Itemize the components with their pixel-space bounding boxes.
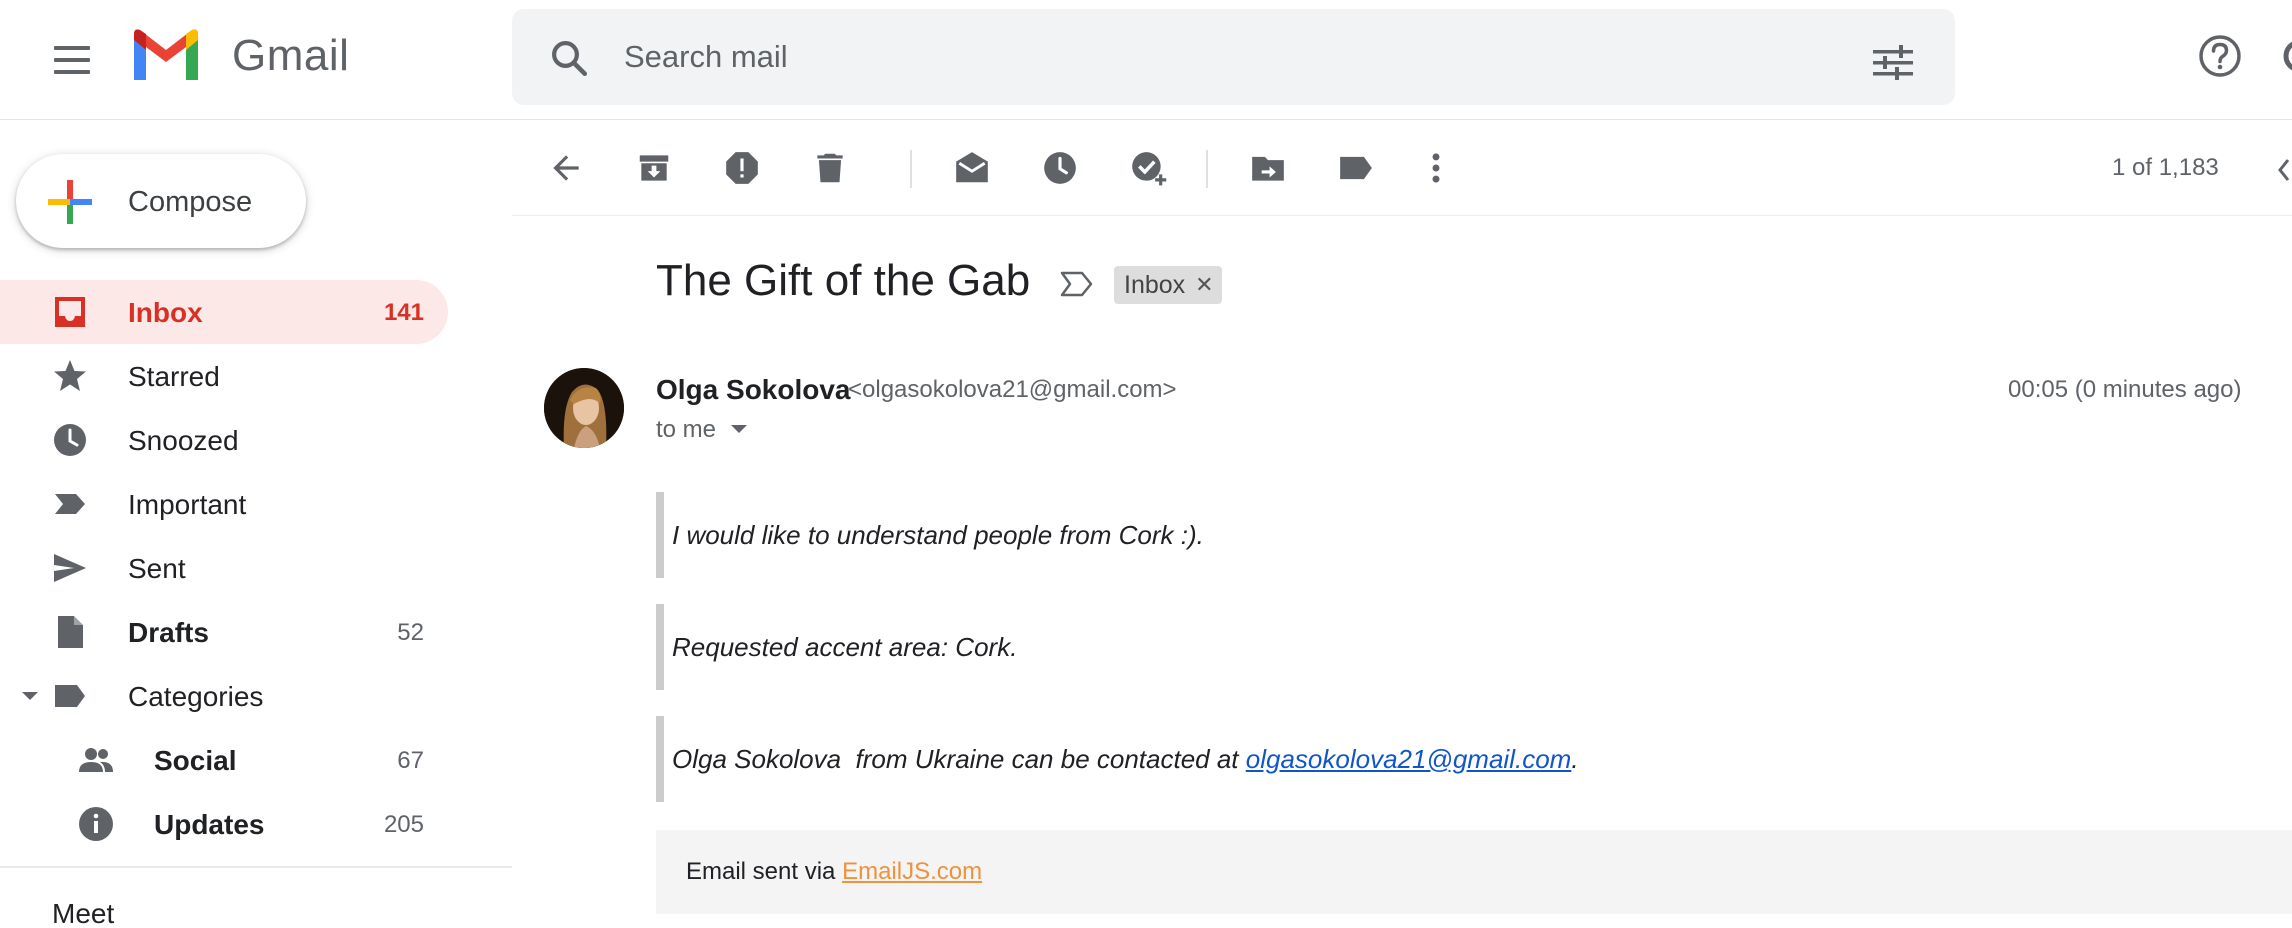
more-options-button[interactable] xyxy=(1412,144,1460,192)
sidebar-item-label: Updates xyxy=(154,809,265,840)
emailjs-link[interactable]: EmailJS.com xyxy=(842,858,982,885)
search-icon[interactable] xyxy=(548,37,590,79)
archive-icon xyxy=(639,155,669,181)
sidebar-item-inbox[interactable]: Inbox 141 xyxy=(0,280,448,344)
snooze-button[interactable] xyxy=(1036,144,1084,192)
label-chip: Inbox ✕ xyxy=(1114,266,1222,304)
message-body-quote: Olga Sokolova from Ukraine can be contac… xyxy=(656,716,1756,802)
contact-email-link[interactable]: olgasokolova21@gmail.com xyxy=(1246,744,1572,775)
sidebar-item-drafts[interactable]: Drafts 52 xyxy=(0,600,448,664)
sidebar-item-snoozed[interactable]: Snoozed xyxy=(0,408,448,472)
message-body-quote: I would like to understand people from C… xyxy=(656,492,1756,578)
delete-icon xyxy=(817,153,843,183)
labels-button[interactable] xyxy=(1332,144,1380,192)
updates-count: 205 xyxy=(383,811,424,838)
report-spam-button[interactable] xyxy=(718,144,766,192)
sidebar-item-social[interactable]: Social 67 xyxy=(0,728,448,792)
move-to-button[interactable] xyxy=(1244,144,1292,192)
body-line-3-prefix: Olga Sokolova from Ukraine can be contac… xyxy=(672,743,1246,774)
archive-button[interactable] xyxy=(630,144,678,192)
move-to-icon xyxy=(1252,156,1284,181)
mark-unread-button[interactable] xyxy=(948,144,996,192)
search-input[interactable] xyxy=(624,31,1824,83)
important-marker-icon[interactable] xyxy=(1060,270,1094,298)
sidebar-item-sent[interactable]: Sent xyxy=(0,536,448,600)
footer-prefix: Email sent via xyxy=(686,858,843,885)
chevron-left-icon[interactable] xyxy=(2274,156,2292,184)
sidebar-item-label: Important xyxy=(128,489,247,520)
delete-button[interactable] xyxy=(806,144,854,192)
sidebar-item-important[interactable]: Important xyxy=(0,472,448,536)
footer-text: Email sent via EmailJS.com xyxy=(686,858,982,886)
toolbar-divider xyxy=(1206,150,1208,188)
sidebar-item-label: Snoozed xyxy=(128,425,239,456)
sidebar-item-label: Categories xyxy=(128,681,264,712)
main-menu-icon[interactable] xyxy=(48,36,96,84)
sender-name[interactable]: Olga Sokolova xyxy=(656,374,851,406)
message-toolbar: 1 of 1,183 xyxy=(512,120,2292,216)
label-chip-text: Inbox xyxy=(1124,270,1186,299)
sidebar-item-label: Inbox xyxy=(128,297,203,328)
remove-label-icon[interactable]: ✕ xyxy=(1195,272,1213,298)
sidebar-item-label: Drafts xyxy=(128,617,209,648)
sidebar-item-categories[interactable]: Categories xyxy=(0,664,448,728)
body-line-1: I would like to understand people from C… xyxy=(672,519,1204,550)
compose-button[interactable]: Compose xyxy=(16,154,306,248)
caret-down-icon[interactable] xyxy=(22,690,38,702)
avatar[interactable] xyxy=(544,368,624,448)
email-footer: Email sent via EmailJS.com xyxy=(656,830,2292,914)
sidebar-item-updates[interactable]: Updates 205 xyxy=(0,792,448,856)
recipient-summary[interactable]: to me xyxy=(656,416,716,444)
search-bar xyxy=(512,9,1955,105)
unread-count: 141 xyxy=(383,299,424,326)
label-icon xyxy=(55,685,85,707)
app-name: Gmail xyxy=(232,31,350,80)
sidebar: Compose Inbox 141 Starred Snoozed Import… xyxy=(0,120,512,928)
sidebar-item-label: Starred xyxy=(128,361,220,392)
report-spam-icon xyxy=(726,152,758,184)
important-icon xyxy=(55,494,85,514)
plus-icon xyxy=(48,180,92,224)
message-body-quote: Requested accent area: Cork. xyxy=(656,604,1756,690)
toolbar-divider xyxy=(910,150,912,188)
back-arrow-icon xyxy=(553,155,579,181)
snooze-icon xyxy=(1044,152,1076,184)
send-icon xyxy=(54,554,86,582)
compose-label: Compose xyxy=(128,186,253,218)
email-subject: The Gift of the Gab xyxy=(656,256,1031,305)
back-button[interactable] xyxy=(542,144,590,192)
people-icon xyxy=(79,748,113,772)
body-line-3-suffix: . xyxy=(1571,743,1579,774)
labels-icon xyxy=(1340,156,1372,180)
more-icon xyxy=(1432,153,1440,183)
sidebar-item-label: Sent xyxy=(128,553,186,584)
gmail-logo-icon[interactable] xyxy=(130,28,202,84)
sender-email: <olgasokolova21@gmail.com> xyxy=(848,376,1177,403)
sidebar-item-label: Social xyxy=(154,745,237,776)
body-line-2: Requested accent area: Cork. xyxy=(672,631,1018,662)
help-icon[interactable] xyxy=(2198,34,2242,78)
add-to-tasks-icon xyxy=(1132,152,1167,186)
info-icon xyxy=(79,807,113,841)
mark-unread-icon xyxy=(956,152,988,183)
top-bar: Gmail xyxy=(0,0,2292,120)
add-to-tasks-button[interactable] xyxy=(1124,144,1172,192)
settings-icon[interactable] xyxy=(2282,38,2292,74)
draft-icon xyxy=(58,616,83,648)
show-details-icon[interactable] xyxy=(730,424,748,434)
inbox-icon xyxy=(55,297,85,327)
clock-icon xyxy=(54,424,86,456)
pager-status: 1 of 1,183 xyxy=(2112,154,2219,181)
sidebar-item-starred[interactable]: Starred xyxy=(0,344,448,408)
sidebar-divider xyxy=(0,866,512,868)
star-icon xyxy=(54,360,86,391)
message-timestamp: 00:05 (0 minutes ago) xyxy=(2008,376,2242,403)
avatar-photo xyxy=(544,368,624,448)
draft-count: 52 xyxy=(397,619,424,646)
social-count: 67 xyxy=(397,747,424,774)
meet-section-title: Meet xyxy=(52,898,115,928)
search-options-icon[interactable] xyxy=(1873,45,1913,81)
